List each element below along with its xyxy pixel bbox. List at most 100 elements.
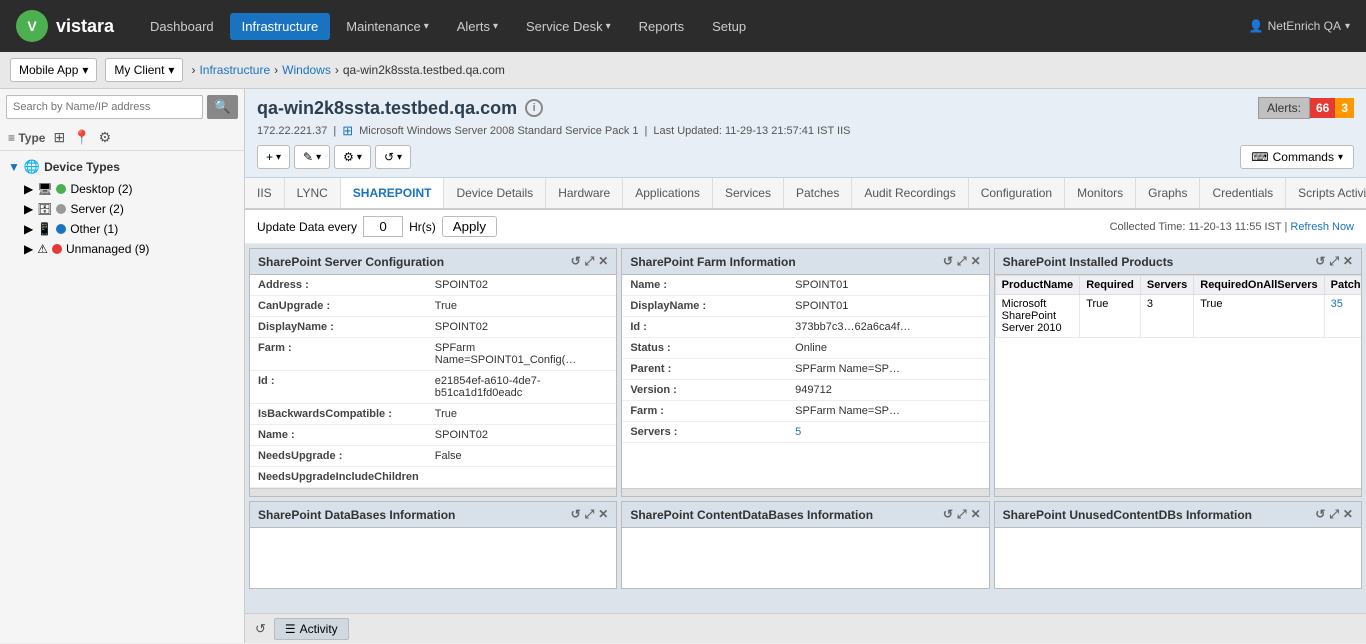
tab-lync[interactable]: LYNC (285, 178, 341, 208)
settings-button[interactable]: ⚙ ▾ (334, 145, 371, 169)
nav-alerts[interactable]: Alerts ▾ (445, 13, 510, 40)
search-bar: 🔍 (0, 89, 244, 125)
table-row: Status :Online (622, 338, 988, 359)
widgets-row-2: SharePoint DataBases Information ↺ ⤢ ✕ S… (249, 501, 1362, 589)
close-icon[interactable]: ✕ (598, 254, 608, 269)
more-button[interactable]: ↺ ▾ (375, 145, 411, 169)
scrollbar[interactable] (995, 488, 1361, 496)
col-patch: Patch (1324, 276, 1361, 295)
tab-monitors[interactable]: Monitors (1065, 178, 1136, 208)
sidebar-toolbar: ≡ Type ⊞ 📍 ⚙ (0, 125, 244, 151)
tab-services[interactable]: Services (713, 178, 784, 208)
widget-controls: ↺ ⤢ ✕ (943, 507, 981, 522)
user-menu[interactable]: 👤 NetEnrich QA ▾ (1249, 19, 1350, 33)
close-icon[interactable]: ✕ (971, 254, 981, 269)
server-icon: 🗄 (37, 202, 52, 216)
apply-button[interactable]: Apply (442, 216, 497, 237)
tree-server[interactable]: ▶ 🗄 Server (2) (0, 199, 244, 219)
edit-button[interactable]: ✎ ▾ (294, 145, 330, 169)
tab-iis[interactable]: IIS (245, 178, 285, 208)
table-row: Name :SPOINT01 (622, 275, 988, 296)
expand-icon: ▶ (24, 182, 33, 196)
widget-body: ProductName Required Servers RequiredOnA… (995, 275, 1361, 488)
breadcrumb-windows[interactable]: Windows (282, 63, 331, 77)
widget-sharepoint-installed-products: SharePoint Installed Products ↺ ⤢ ✕ Prod… (994, 248, 1362, 497)
widget-header: SharePoint Installed Products ↺ ⤢ ✕ (995, 249, 1361, 275)
maximize-icon[interactable]: ⤢ (957, 254, 967, 269)
scope-selector[interactable]: My Client ▾ (105, 58, 183, 82)
collected-time-area: Collected Time: 11-20-13 11:55 IST | Ref… (1110, 221, 1354, 233)
gear-icon: ⚙ (343, 150, 354, 164)
maximize-icon[interactable]: ⤢ (1329, 507, 1339, 522)
close-icon[interactable]: ✕ (971, 507, 981, 522)
type-icon[interactable]: ≡ Type (8, 131, 45, 145)
sidebar-tree: ▼ 🌐 Device Types ▶ 🖥 Desktop (2) ▶ 🗄 Ser… (0, 151, 244, 263)
breadcrumb-infrastructure[interactable]: Infrastructure (199, 63, 270, 77)
tree-other[interactable]: ▶ 📱 Other (1) (0, 219, 244, 239)
refresh-icon[interactable]: ↺ (1315, 507, 1325, 522)
settings-icon[interactable]: ⚙ (99, 129, 112, 146)
dropdown-caret: ▾ (397, 152, 402, 163)
close-icon[interactable]: ✕ (598, 507, 608, 522)
close-icon[interactable]: ✕ (1343, 254, 1353, 269)
cell-requiredonallservers: True (1194, 295, 1324, 338)
nav-dashboard[interactable]: Dashboard (138, 13, 226, 40)
desktop-icon: 🖥 (37, 182, 52, 196)
update-interval-input[interactable] (363, 216, 403, 237)
tree-device-types[interactable]: ▼ 🌐 Device Types (0, 155, 244, 179)
tab-audit-recordings[interactable]: Audit Recordings (852, 178, 968, 208)
refresh-icon[interactable]: ↺ (571, 507, 581, 522)
nav-service-desk[interactable]: Service Desk ▾ (514, 13, 623, 40)
location-icon[interactable]: 📍 (73, 129, 90, 146)
client-selector[interactable]: Mobile App ▾ (10, 58, 97, 82)
refresh-icon[interactable]: ↺ (1315, 254, 1325, 269)
maximize-icon[interactable]: ⤢ (585, 254, 595, 269)
refresh-icon[interactable]: ↺ (943, 507, 953, 522)
nav-reports[interactable]: Reports (627, 13, 697, 40)
add-button[interactable]: + ▾ (257, 145, 290, 169)
tab-configuration[interactable]: Configuration (969, 178, 1065, 208)
activity-button[interactable]: ☰ Activity (274, 618, 349, 640)
close-icon[interactable]: ✕ (1343, 507, 1353, 522)
plus-icon: + (266, 150, 273, 164)
search-input[interactable] (6, 95, 203, 119)
tree-desktop[interactable]: ▶ 🖥 Desktop (2) (0, 179, 244, 199)
widget-header: SharePoint UnusedContentDBs Information … (995, 502, 1361, 528)
refresh-icon[interactable]: ↺ (943, 254, 953, 269)
commands-button[interactable]: ⌨ Commands ▾ (1240, 145, 1354, 169)
table-row: NeedsUpgrade :False (250, 446, 616, 467)
windows-icon: ⊞ (342, 123, 353, 139)
maximize-icon[interactable]: ⤢ (1329, 254, 1339, 269)
tab-scripts-activity[interactable]: Scripts Activity (1286, 178, 1366, 208)
tab-sharepoint[interactable]: SHAREPOINT (341, 178, 445, 210)
scrollbar[interactable] (622, 488, 988, 496)
nav-setup[interactable]: Setup (700, 13, 758, 40)
search-button[interactable]: 🔍 (207, 95, 238, 119)
nav-infrastructure[interactable]: Infrastructure (230, 13, 331, 40)
nav-maintenance[interactable]: Maintenance ▾ (334, 13, 440, 40)
refresh-now-link[interactable]: Refresh Now (1290, 221, 1354, 233)
unmanaged-icon: ⚠ (37, 242, 48, 256)
table-row: Farm :SPFarm Name=SPOINT01_Config(… (250, 338, 616, 371)
update-row: Update Data every Hr(s) Apply Collected … (245, 210, 1366, 244)
maximize-icon[interactable]: ⤢ (957, 507, 967, 522)
tab-hardware[interactable]: Hardware (546, 178, 623, 208)
separator: | (333, 125, 336, 137)
tab-credentials[interactable]: Credentials (1200, 178, 1286, 208)
widgets-grid: SharePoint Server Configuration ↺ ⤢ ✕ Ad… (245, 244, 1366, 613)
tab-device-details[interactable]: Device Details (444, 178, 546, 208)
refresh-icon[interactable]: ↺ (571, 254, 581, 269)
tab-applications[interactable]: Applications (623, 178, 713, 208)
update-label: Update Data every (257, 220, 357, 234)
device-title-row: qa-win2k8ssta.testbed.qa.com i Alerts: 6… (257, 97, 1354, 119)
scrollbar[interactable] (250, 488, 616, 496)
widget-header: SharePoint Farm Information ↺ ⤢ ✕ (622, 249, 988, 275)
maximize-icon[interactable]: ⤢ (585, 507, 595, 522)
info-icon[interactable]: i (525, 99, 543, 117)
tab-patches[interactable]: Patches (784, 178, 852, 208)
network-icon[interactable]: ⊞ (53, 129, 65, 146)
tree-unmanaged[interactable]: ▶ ⚠ Unmanaged (9) (0, 239, 244, 259)
tab-graphs[interactable]: Graphs (1136, 178, 1200, 208)
page-refresh-icon[interactable]: ↺ (255, 621, 266, 637)
logo-icon: V (16, 10, 48, 42)
